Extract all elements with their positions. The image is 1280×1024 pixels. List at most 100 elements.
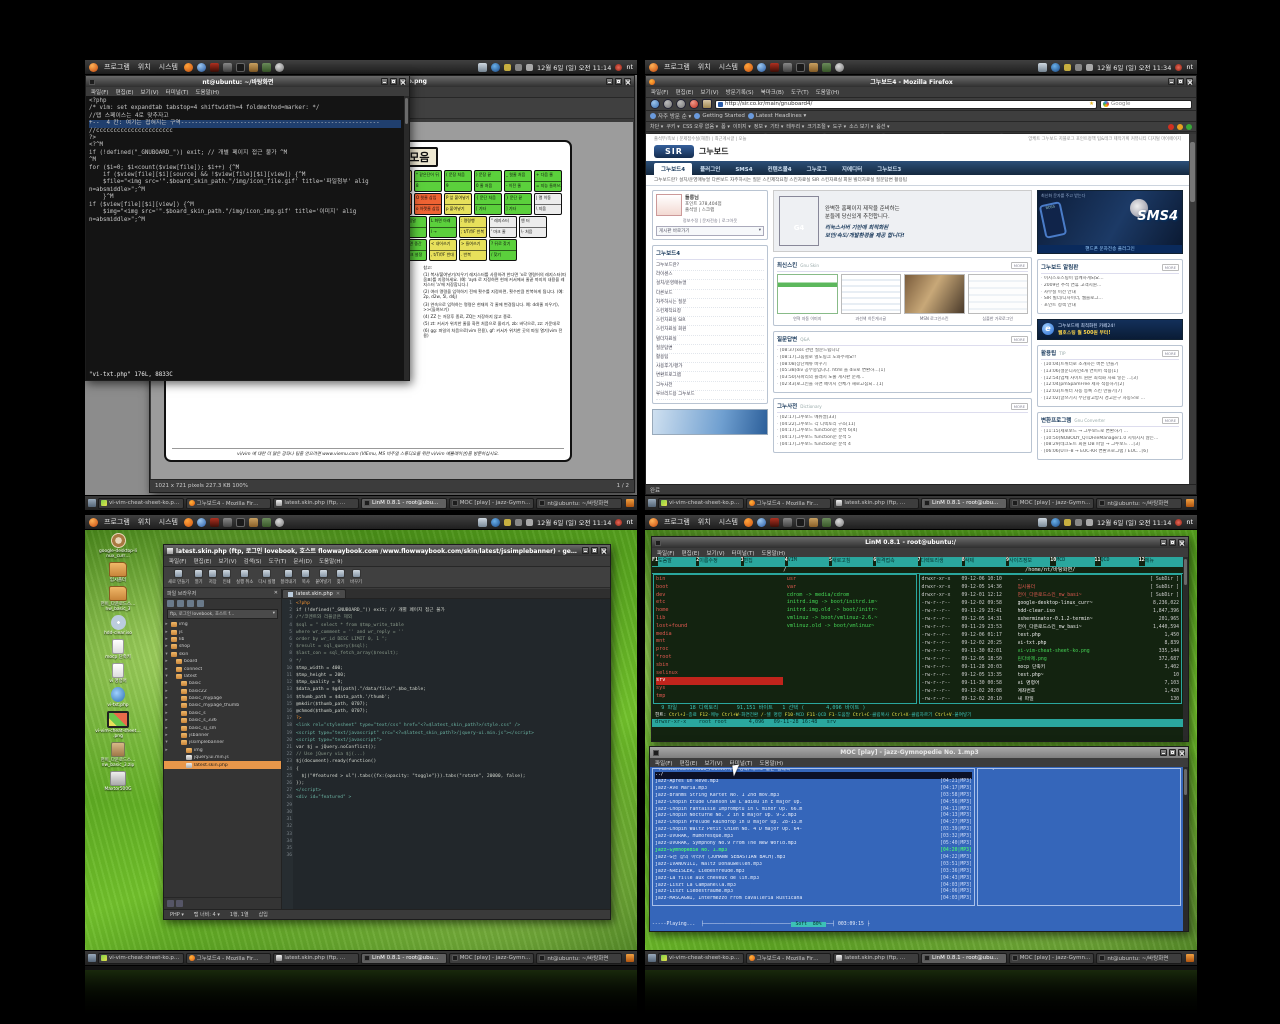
- playlist-entry[interactable]: ../: [655, 772, 972, 779]
- directory-entry[interactable]: initrd.img -> boot/initrd.im~: [787, 599, 914, 607]
- bluetooth-icon[interactable]: [1051, 518, 1060, 527]
- taskbar-item[interactable]: 그누보드4 - Mozilla Fir…: [746, 498, 832, 509]
- clock[interactable]: 12월 6일 (일) 오전 11:14: [1097, 517, 1171, 527]
- taskbar-item[interactable]: MOC [play] - jazz-Gymn…: [449, 953, 535, 964]
- taskbar-item[interactable]: MOC [play] - jazz-Gymn…: [449, 498, 535, 509]
- devbar-item[interactable]: 정보 ▾: [754, 123, 767, 130]
- close-icon[interactable]: [600, 547, 607, 554]
- tree-row[interactable]: ▸ jsbanner: [164, 732, 281, 739]
- board-shortcut-select[interactable]: 게시판 바로가기▾: [656, 226, 764, 236]
- terminal-launcher-icon[interactable]: [236, 518, 245, 527]
- function-key[interactable]: 3편집: [741, 557, 785, 566]
- terminal-titlebar[interactable]: nt@ubuntu: ~/바탕화면: [86, 76, 409, 87]
- devbar-item[interactable]: 테두리 ▾: [786, 123, 804, 130]
- more-button[interactable]: MORE: [1162, 417, 1179, 424]
- forward-icon[interactable]: [663, 99, 673, 109]
- sms4-banner[interactable]: 최신화 문자를 주고 받는다 BOSS SMS4 핸드폰 문자전송 플러그인: [1037, 190, 1183, 254]
- back-icon[interactable]: [167, 600, 174, 607]
- playlist-entry[interactable]: jazz-DVORAK, Humoresque.mp3[03:32|MP3]: [655, 834, 972, 841]
- close-icon[interactable]: [1186, 78, 1193, 85]
- taskbar-item[interactable]: vi-vim-cheat-sheet-ko.png: [98, 953, 184, 964]
- refresh-icon[interactable]: [197, 600, 204, 607]
- launcher-3-icon[interactable]: [809, 518, 818, 527]
- directory-entry[interactable]: tmp: [656, 693, 783, 701]
- close-icon[interactable]: [399, 78, 406, 85]
- left-menu-item[interactable]: 라이센스: [656, 271, 764, 280]
- devbar-item[interactable]: 쿠키 ▾: [666, 123, 679, 130]
- tree-row[interactable]: ▸ img: [164, 621, 281, 628]
- file-entry[interactable]: -rw-r--r--09-12-05 14:31 ssherminator-0.…: [922, 616, 1180, 624]
- more-button[interactable]: MORE: [1011, 262, 1028, 269]
- playlist-entry[interactable]: jazz-Chopin Fantaisie Impromptu in C min…: [655, 807, 972, 814]
- toolbar-button[interactable]: 붙여넣기: [315, 569, 331, 585]
- up-icon[interactable]: [187, 600, 194, 607]
- tree-row[interactable]: ▸ basic_mypage_thumb: [164, 702, 281, 709]
- taskbar-item[interactable]: latest.skin.php (ftp, …: [833, 953, 919, 964]
- directory-entry[interactable]: var: [787, 584, 914, 592]
- scrollbar[interactable]: [1183, 557, 1188, 741]
- bookmark-item[interactable]: Getting Started: [694, 113, 745, 119]
- computer-status-icon[interactable]: [1038, 518, 1047, 527]
- menu-item[interactable]: 보기(V): [700, 88, 718, 96]
- tip-item[interactable]: [12:04]pmSpamFree 제차 적용하기[2]: [1041, 382, 1179, 389]
- user-applet[interactable]: nt: [1186, 518, 1193, 526]
- computer-status-icon[interactable]: [1038, 63, 1047, 72]
- playlist-entry[interactable]: jazz-Chopin Waltz Petit Chien No. 4 D ma…: [655, 827, 972, 834]
- menu-item[interactable]: 검색(S): [244, 557, 262, 565]
- skin-thumbnail[interactable]: [841, 274, 902, 314]
- launcher-4-icon[interactable]: [822, 518, 831, 527]
- playlist-entry[interactable]: jazz-Chopin Etude Chanson De L'adieu in …: [655, 800, 972, 807]
- gears-icon[interactable]: [275, 63, 284, 72]
- skin-thumbnail[interactable]: [777, 274, 838, 314]
- help-icon[interactable]: [757, 518, 766, 527]
- firefox-launcher-icon[interactable]: [744, 63, 753, 72]
- taskbar-item[interactable]: 그누보드4 - Mozilla Fir…: [186, 498, 272, 509]
- directory-entry[interactable]: selinux: [656, 670, 783, 678]
- menu-item[interactable]: 파일(F): [169, 557, 187, 565]
- menu-places[interactable]: 위치: [136, 517, 153, 527]
- left-menu-item[interactable]: 스킨제작요청: [656, 308, 764, 317]
- directory-entry[interactable]: boot: [656, 584, 783, 592]
- search-input[interactable]: Google: [1100, 100, 1192, 109]
- skin-thumbnail[interactable]: [904, 274, 965, 314]
- tip-item[interactable]: [10:04]트위터로 소개하는 버튼 만들기: [1041, 362, 1179, 369]
- directory-entry[interactable]: cdrom -> media/cdrom: [787, 592, 914, 600]
- back-icon[interactable]: [650, 99, 660, 109]
- terminal-launcher-icon[interactable]: [236, 63, 245, 72]
- scrollbar[interactable]: [404, 96, 409, 380]
- taskbar-item[interactable]: LinM 0.8.1 - root@ubu…: [921, 953, 1007, 964]
- sub-nav[interactable]: 그누보드란? 설치/운영매뉴얼 다른보드 자주하시는 질문 스킨제작요청 스킨자…: [646, 175, 1189, 186]
- directory-entry[interactable]: etc: [656, 599, 783, 607]
- status-field[interactable]: PHP ▾: [170, 912, 184, 918]
- launcher-4-icon[interactable]: [262, 63, 271, 72]
- vim-editor[interactable]: <?php/* vim: set expandtab tabstop=4 shi…: [86, 96, 404, 380]
- menu-system[interactable]: 시스템: [717, 62, 740, 72]
- taskbar-item[interactable]: vi-vim-cheat-sheet-ko.png: [658, 953, 744, 964]
- show-desktop-icon[interactable]: [648, 954, 656, 962]
- tab-close-icon[interactable]: ✕: [336, 591, 340, 597]
- input-method-icon[interactable]: [504, 519, 511, 526]
- taskbar-item[interactable]: vi-vim-cheat-sheet-ko.png: [658, 498, 744, 509]
- more-button[interactable]: MORE: [1162, 350, 1179, 357]
- firefox-launcher-icon[interactable]: [184, 518, 193, 527]
- tree-row[interactable]: ▸ basic_s_336: [164, 717, 281, 724]
- shutdown-icon[interactable]: [615, 64, 622, 71]
- function-key[interactable]: 2이름수정: [696, 557, 740, 566]
- menu-item[interactable]: 편집(E): [194, 557, 212, 565]
- taskbar-item[interactable]: vi-vim-cheat-sheet-ko.png: [98, 498, 184, 509]
- directory-entry[interactable]: lost+found: [656, 623, 783, 631]
- qna-item[interactable]: [02:43]로그인을 하면 페이지 전체가 새로고침되…[1]: [777, 382, 1028, 389]
- toolbar-button[interactable]: 인쇄: [222, 569, 231, 585]
- volume-icon[interactable]: [526, 519, 533, 526]
- right-file-pane[interactable]: drwxr-xr-x09-12-06 10:10 ..[ SubDir ] dr…: [919, 574, 1183, 704]
- desktop-icon[interactable]: vi 명령어: [91, 663, 145, 684]
- directory-entry[interactable]: proc: [656, 646, 783, 654]
- playlist-entry[interactable]: jazz-IVANOVICI, Waltz Donauwellen.mp3[03…: [655, 862, 972, 869]
- directory-entry[interactable]: lib: [656, 615, 783, 623]
- nav-tab[interactable]: 지에디터: [835, 163, 869, 175]
- toolbar-button[interactable]: 바꾸기: [350, 569, 362, 585]
- input-method-icon[interactable]: [1064, 519, 1071, 526]
- dictionary-item[interactable]: [02:17]그누보드 메뉴얼[33]: [777, 415, 1028, 422]
- expander-icon[interactable]: ▸: [164, 637, 169, 642]
- maximize-icon[interactable]: [591, 547, 598, 554]
